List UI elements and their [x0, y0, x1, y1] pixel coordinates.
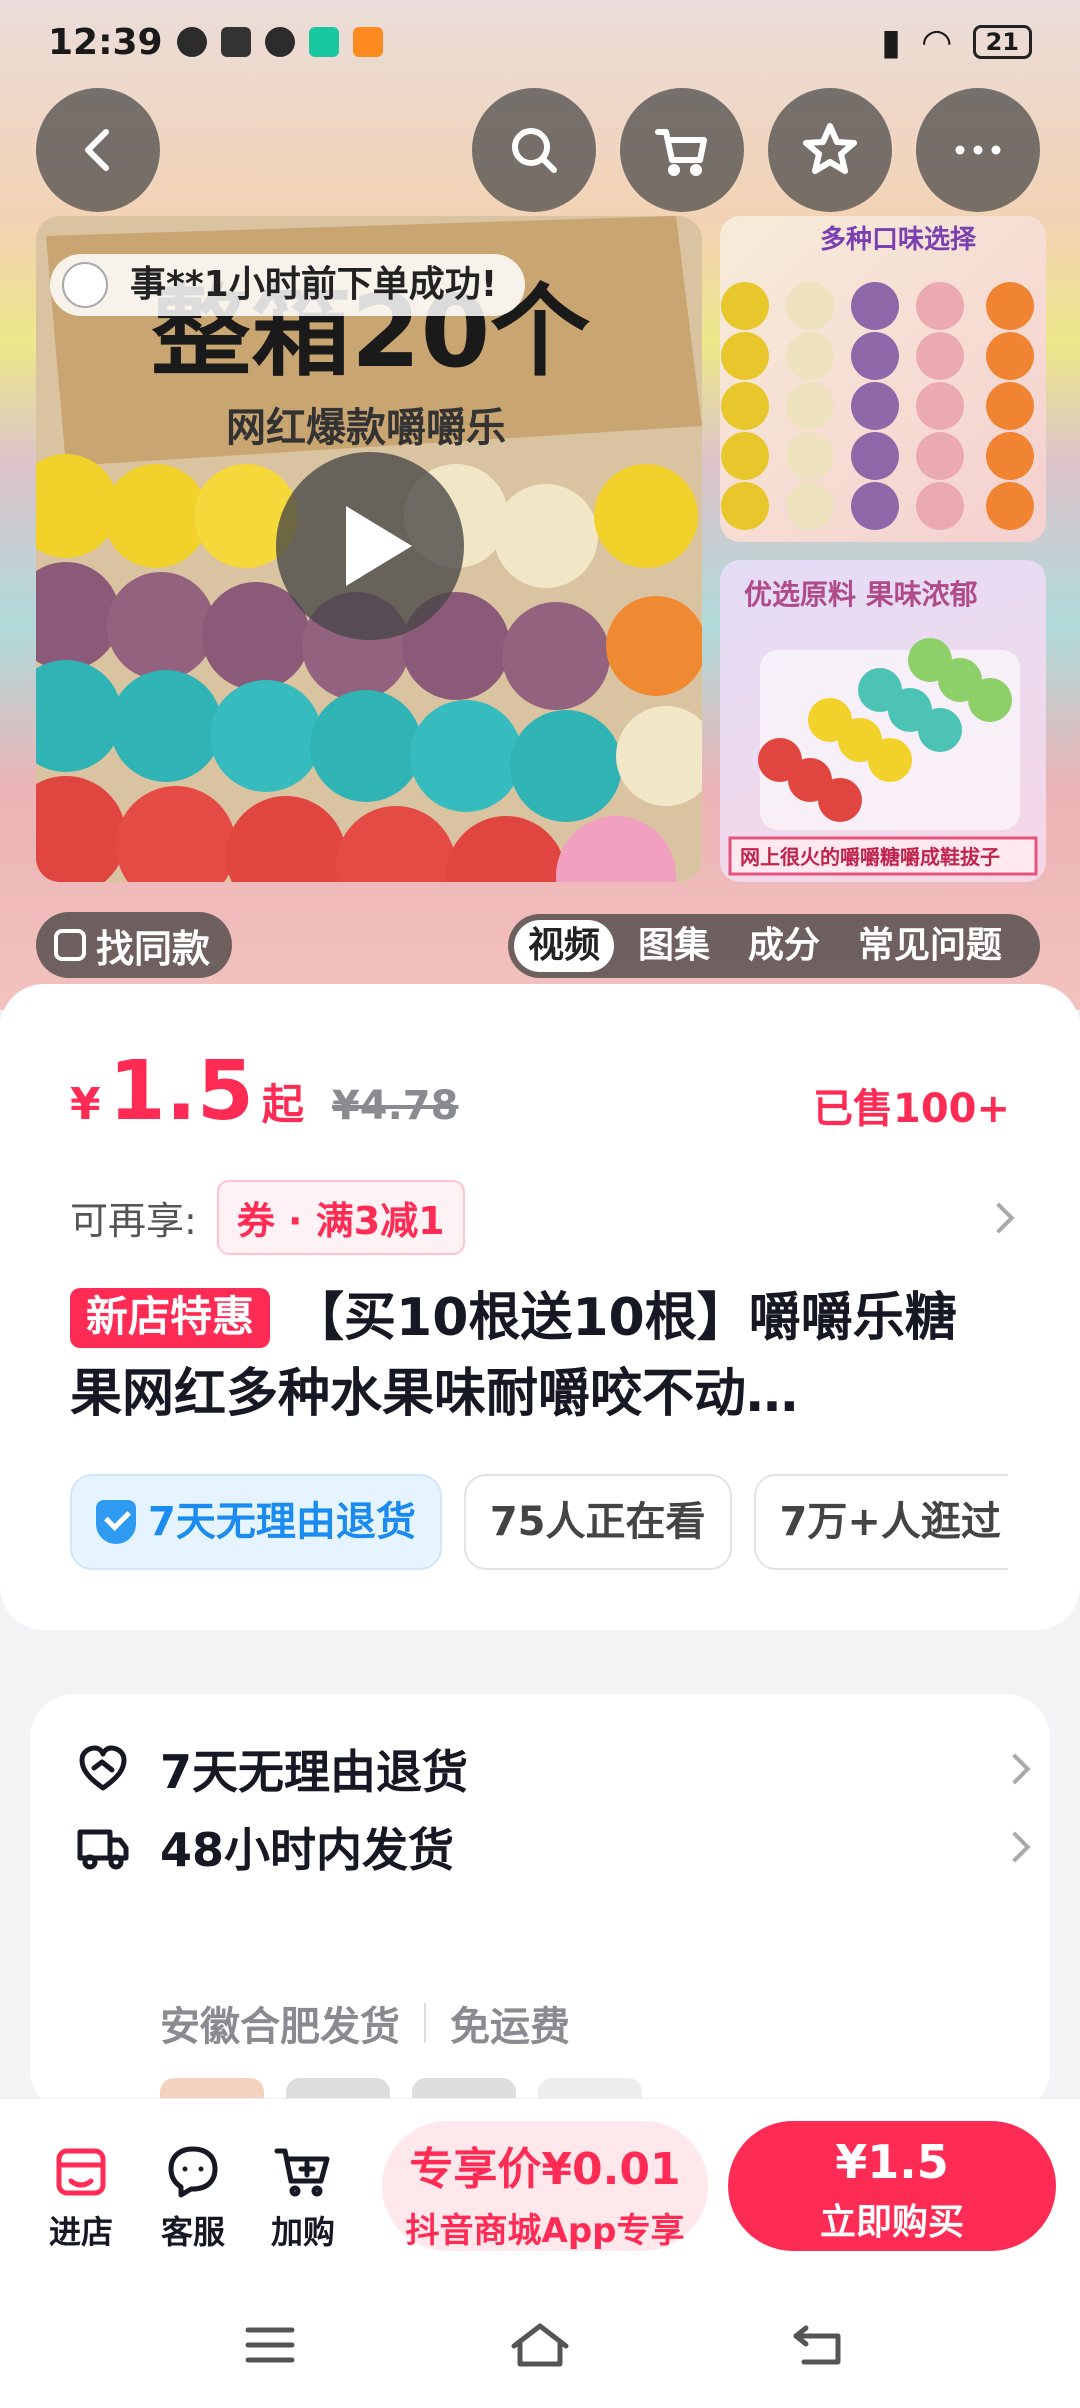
tag-visitors[interactable]: 7万+人逛过 — [753, 1474, 1008, 1570]
side-top-caption: 多种口味选择 — [820, 225, 977, 255]
store-label: 进店 — [48, 2213, 113, 2251]
shipping-row[interactable]: 48小时内发货 — [76, 1814, 1031, 1880]
more-icon — [955, 145, 1001, 155]
return-policy-row[interactable]: 7天无理由退货 — [76, 1736, 1031, 1802]
refresh-heart-icon — [79, 1745, 127, 1791]
ship-origin: 安徽合肥发货 — [160, 2004, 400, 2050]
more-button[interactable] — [916, 88, 1040, 212]
favorite-button[interactable] — [768, 88, 892, 212]
tab-gallery[interactable]: 图集 — [624, 920, 724, 972]
wifi-icon: ◠ — [922, 21, 951, 63]
shield-icon — [96, 1500, 136, 1544]
product-title: 新店特惠 【买10根送10根】嚼嚼乐糖果网红多种水果味耐嚼咬不动… — [70, 1280, 990, 1432]
app-icon — [308, 27, 339, 57]
flavor-candy-illustration: 多种口味选择 — [721, 225, 1034, 530]
sold-count: 已售100+ — [812, 1086, 1010, 1132]
product-gallery: 12:39 ▮ ◠ 21 整箱20个 网红爆款嚼嚼乐 事**1小时前下单成功! … — [0, 0, 1080, 1010]
cart-icon — [655, 129, 707, 176]
scan-icon — [54, 929, 86, 961]
divider — [424, 2003, 426, 2043]
box-subline: 网红爆款嚼嚼乐 — [226, 405, 506, 451]
battery-icon: 21 — [972, 25, 1032, 59]
back-icon[interactable] — [790, 2320, 850, 2370]
new-shop-badge: 新店特惠 — [70, 1288, 271, 1348]
avatar — [62, 262, 108, 308]
price-row: ¥ 1.5 起 ¥4.78 — [70, 1044, 458, 1139]
link-icon — [264, 27, 295, 57]
star-icon — [803, 123, 857, 174]
add-cart-icon — [274, 2148, 330, 2197]
store-icon — [56, 2148, 106, 2196]
media-tabs: 视频 图集 成分 常见问题 — [508, 914, 1040, 978]
tag-viewing[interactable]: 75人正在看 — [463, 1474, 732, 1570]
cart-button[interactable] — [620, 88, 744, 212]
status-bar: 12:39 ▮ ◠ 21 — [0, 0, 1080, 84]
product-info-card: ¥ 1.5 起 ¥4.78 已售100+ 可再享: 券 · 满3减1 新店特惠【… — [0, 984, 1080, 1630]
play-icon[interactable] — [276, 452, 464, 640]
product-tags: 7天无理由退货 75人正在看 7万+人逛过 — [70, 1474, 1008, 1572]
return-policy-label: 7天无理由退货 — [160, 1745, 469, 1799]
truck-icon — [77, 1829, 129, 1870]
find-same-label: 找同款 — [96, 926, 211, 971]
support-label: 客服 — [160, 2213, 225, 2251]
mail-icon — [220, 27, 251, 57]
tab-video[interactable]: 视频 — [514, 920, 615, 972]
shipping-detail: 安徽合肥发货 免运费 — [160, 1994, 570, 2052]
back-button[interactable] — [36, 88, 160, 212]
side-image-flavors[interactable]: 多种口味选择 — [720, 216, 1046, 542]
toast-text: 事**1小时前下单成功! — [130, 264, 498, 305]
service-card: 7天无理由退货 48小时内发货 安徽合肥发货 免运费 — [30, 1694, 1050, 2114]
tab-faq[interactable]: 常见问题 — [844, 920, 1016, 972]
chat-icon — [168, 2146, 218, 2198]
video-app-icon — [352, 27, 383, 57]
status-time: 12:39 — [48, 21, 163, 63]
original-price: ¥4.78 — [331, 1083, 459, 1129]
search-icon — [512, 128, 557, 173]
chevron-left-icon — [85, 129, 109, 171]
buy-label: 立即购买 — [819, 2202, 964, 2243]
home-icon[interactable] — [510, 2320, 570, 2370]
packaged-candy-illustration: 优选原料 果味浓郁 网上很火的嚼嚼糖嚼成鞋拔子 — [728, 578, 1038, 876]
exclusive-price: 专享价¥0.01 — [409, 2144, 681, 2195]
vibrate-icon: ▮ — [881, 21, 901, 63]
store-button[interactable]: 进店 — [36, 2141, 126, 2253]
buy-now-button[interactable]: ¥1.5 立即购买 — [728, 2121, 1056, 2251]
system-navigation-bar — [0, 2280, 1080, 2408]
price-suffix: 起 — [261, 1080, 304, 1129]
search-button[interactable] — [472, 88, 596, 212]
chevron-right-icon — [983, 1201, 1015, 1234]
find-same-button[interactable]: 找同款 — [36, 912, 233, 978]
exclusive-price-button[interactable]: 专享价¥0.01 抖音商城App专享 — [382, 2121, 708, 2251]
side-bottom-caption: 优选原料 果味浓郁 — [744, 578, 978, 611]
price-value: 1.5 — [108, 1044, 254, 1139]
wechat-icon — [176, 27, 207, 57]
coupon-tag[interactable]: 券 · 满3减1 — [216, 1180, 465, 1255]
tag-return-label: 7天无理由退货 — [148, 1499, 416, 1545]
price-currency: ¥ — [70, 1079, 101, 1130]
chevron-right-icon — [999, 1753, 1031, 1785]
tab-ingredients[interactable]: 成分 — [734, 920, 834, 972]
buy-price: ¥1.5 — [835, 2135, 949, 2189]
bottom-action-bar: 进店 客服 加购 专享价¥0.01 抖音商城App专享 ¥1.5 立即购买 — [0, 2098, 1080, 2280]
menu-icon[interactable] — [240, 2320, 300, 2370]
order-toast: 事**1小时前下单成功! — [50, 254, 526, 316]
side-image-ingredients[interactable]: 优选原料 果味浓郁 网上很火的嚼嚼糖嚼成鞋拔子 — [720, 560, 1046, 882]
shipping-label: 48小时内发货 — [160, 1823, 455, 1877]
customer-service-button[interactable]: 客服 — [148, 2141, 238, 2253]
ship-fee: 免运费 — [450, 2004, 570, 2050]
coupon-row[interactable]: 可再享: 券 · 满3减1 — [70, 1180, 1015, 1255]
side-bottom-banner: 网上很火的嚼嚼糖嚼成鞋拔子 — [740, 845, 1000, 869]
add-cart-button[interactable]: 加购 — [258, 2141, 348, 2253]
coupon-label: 可再享: — [70, 1199, 197, 1243]
add-cart-label: 加购 — [270, 2213, 335, 2251]
exclusive-note: 抖音商城App专享 — [405, 2211, 685, 2251]
chevron-right-icon — [999, 1831, 1031, 1863]
tag-return-policy[interactable]: 7天无理由退货 — [70, 1474, 442, 1570]
